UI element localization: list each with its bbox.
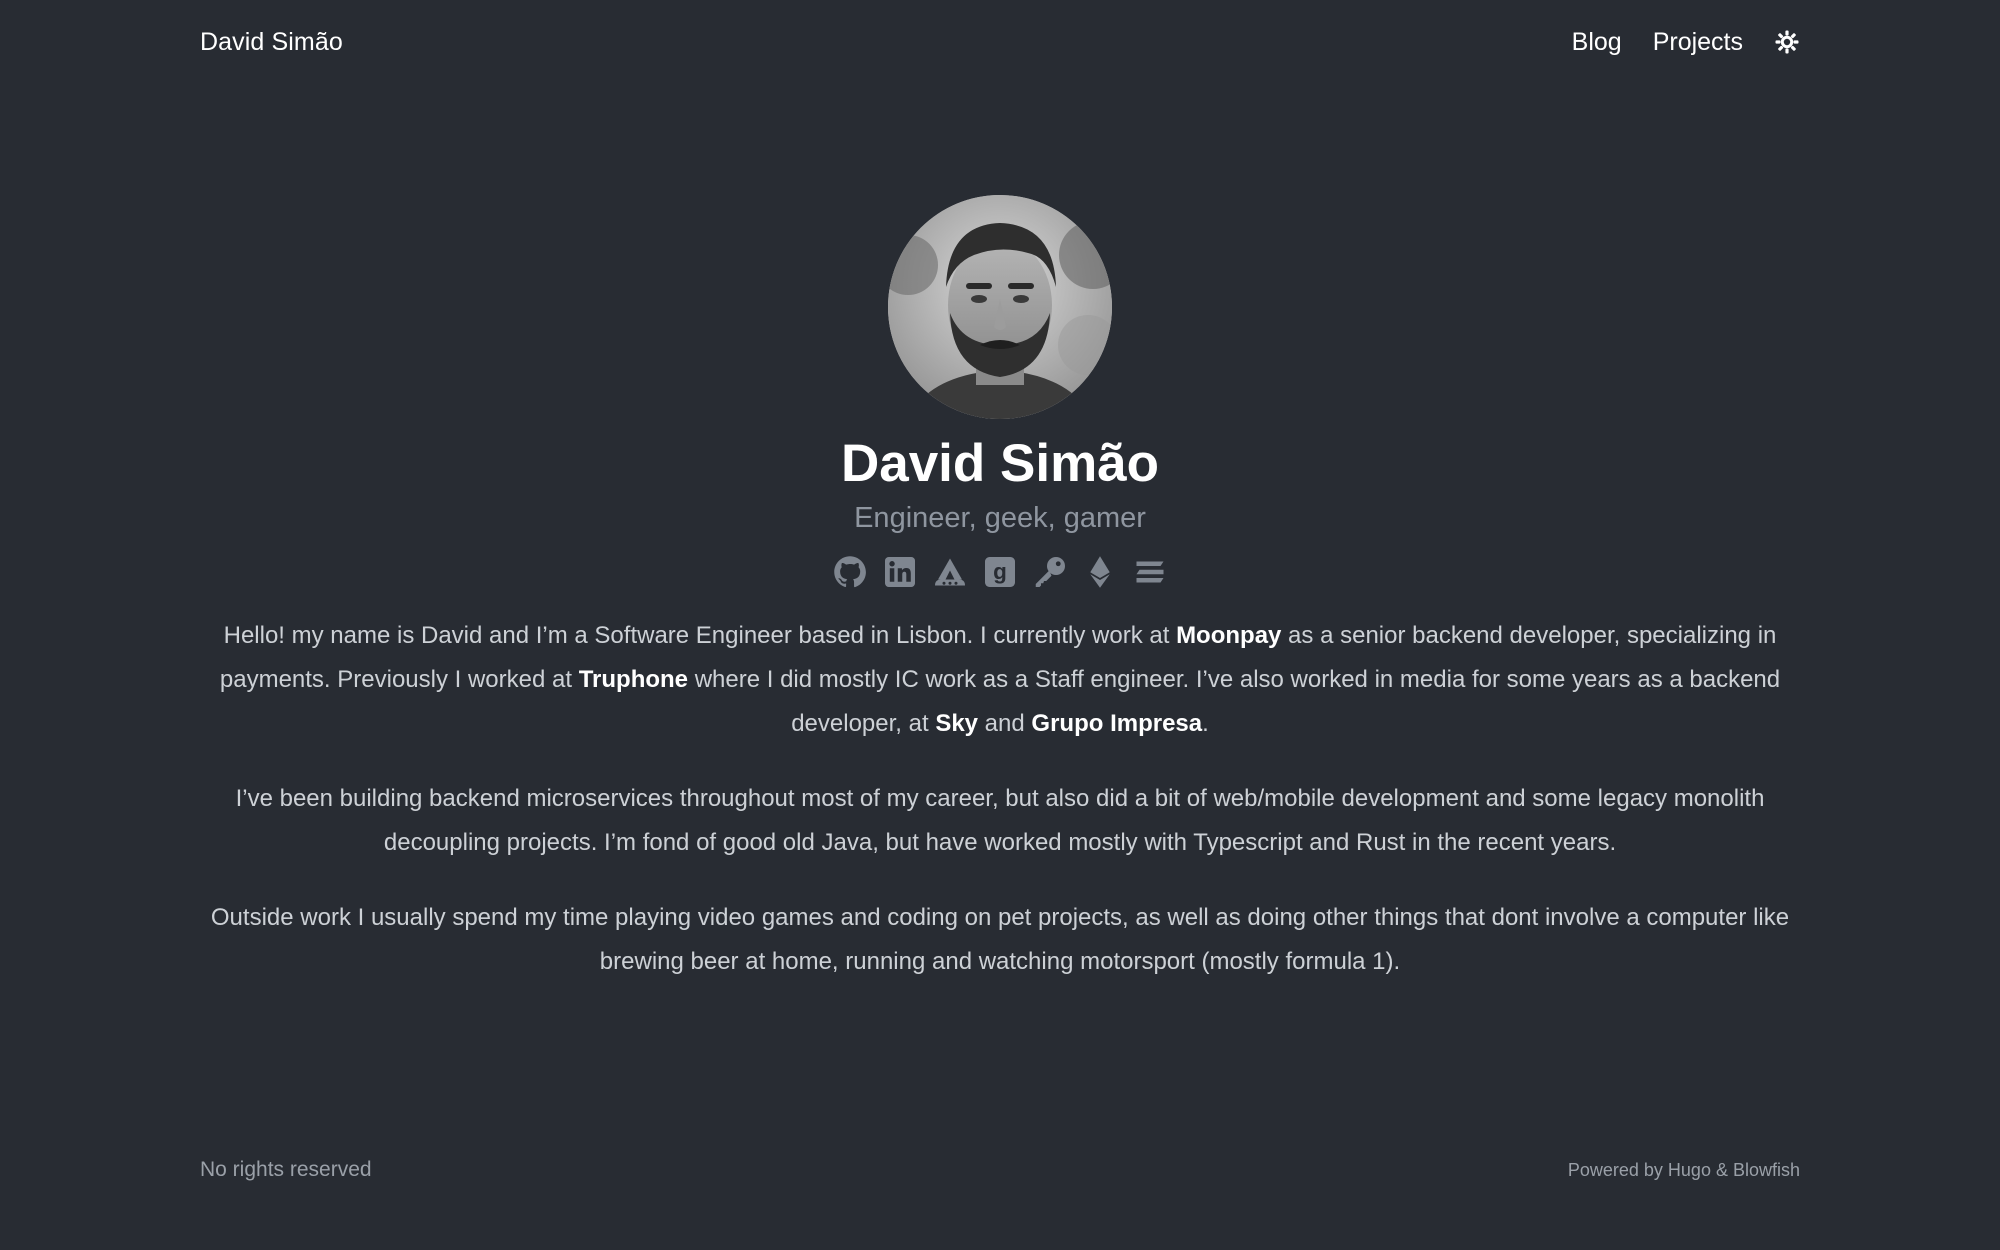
nav-link-blog[interactable]: Blog <box>1572 28 1622 57</box>
linkedin-icon <box>885 557 915 587</box>
profile-tagline: Engineer, geek, gamer <box>854 502 1146 534</box>
social-link-key[interactable] <box>1032 552 1068 592</box>
svg-text:g: g <box>993 559 1007 584</box>
site-header: David Simão Blog Projects <box>200 22 1800 62</box>
link-hugo[interactable]: Hugo <box>1668 1160 1711 1180</box>
link-blowfish[interactable]: Blowfish <box>1733 1160 1800 1180</box>
powered-amp: & <box>1710 1160 1733 1180</box>
link-sky[interactable]: Sky <box>935 710 978 737</box>
ethereum-icon <box>1090 556 1110 588</box>
profile-name: David Simão <box>840 434 1160 493</box>
stack-icon <box>1136 561 1164 583</box>
theme-toggle-button[interactable] <box>1774 29 1800 55</box>
nav-link-projects[interactable]: Projects <box>1653 28 1743 57</box>
bio-text: and <box>978 710 1032 737</box>
social-link-stack[interactable] <box>1132 552 1168 592</box>
bio-paragraph-2: I’ve been building backend microservices… <box>235 785 1765 856</box>
bio-text: Hello! my name is David and I’m a Softwa… <box>223 622 1177 649</box>
social-link-github[interactable] <box>832 552 868 592</box>
social-links: g <box>0 552 2000 596</box>
site-title-link[interactable]: David Simão <box>200 28 343 57</box>
social-link-linkedin[interactable] <box>882 552 918 592</box>
social-link-goodreads[interactable]: g <box>982 552 1018 592</box>
key-icon <box>1035 557 1065 587</box>
link-moonpay[interactable]: Moonpay <box>1176 622 1281 649</box>
social-link-ethereum[interactable] <box>1082 552 1118 592</box>
social-link-cloud[interactable] <box>932 552 968 592</box>
avatar-photo <box>888 195 1112 419</box>
footer-copyright: No rights reserved <box>200 1158 372 1181</box>
footer-powered-by: Powered by Hugo & Blowfish <box>1568 1160 1800 1181</box>
bio-text: where I did mostly IC work as a Staff en… <box>688 666 1781 737</box>
github-icon <box>834 556 866 588</box>
bio-paragraph-1: Hello! my name is David and I’m a Softwa… <box>200 614 1800 746</box>
bio-paragraph-3: Outside work I usually spend my time pla… <box>210 904 1790 975</box>
link-grupo-impresa[interactable]: Grupo Impresa <box>1031 710 1202 737</box>
sun-gear-icon <box>1775 30 1799 54</box>
goodreads-icon: g <box>985 557 1015 587</box>
powered-prefix: Powered by <box>1567 1160 1668 1180</box>
bio-text: . <box>1202 710 1209 737</box>
cloud-mountain-icon <box>935 558 965 586</box>
avatar <box>888 195 1112 419</box>
main-nav: Blog Projects <box>1572 28 1800 57</box>
bio: Hello! my name is David and I’m a Softwa… <box>200 614 1800 1015</box>
link-truphone[interactable]: Truphone <box>579 666 688 693</box>
page: David Simão Blog Projects David Simão En… <box>0 0 2000 1250</box>
